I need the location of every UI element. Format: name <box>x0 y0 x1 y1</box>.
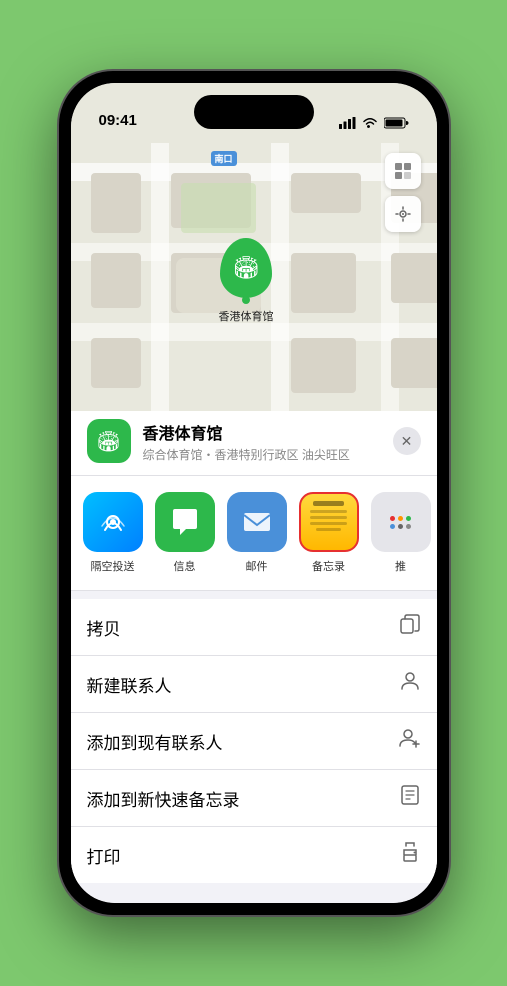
map-label-tag: 南口 <box>211 151 237 166</box>
copy-icon <box>399 613 421 641</box>
action-quick-note-label: 添加到新快速备忘录 <box>87 786 240 811</box>
venue-text: 香港体育馆 综合体育馆・香港特别行政区 油尖旺区 <box>143 420 393 463</box>
venue-info-row: 🏟 香港体育馆 综合体育馆・香港特别行政区 油尖旺区 ✕ <box>71 411 437 476</box>
action-new-contact-label: 新建联系人 <box>87 672 172 697</box>
signal-icon <box>339 117 356 129</box>
bottom-sheet: 🏟 香港体育馆 综合体育馆・香港特别行政区 油尖旺区 ✕ <box>71 411 437 903</box>
more-icon <box>371 492 431 552</box>
action-print-label: 打印 <box>87 843 121 868</box>
map-label: 南口 <box>211 151 237 166</box>
action-print[interactable]: 打印 <box>71 827 437 883</box>
map-type-icon <box>393 161 413 181</box>
action-quick-note[interactable]: 添加到新快速备忘录 <box>71 770 437 827</box>
action-add-existing[interactable]: 添加到现有联系人 <box>71 713 437 770</box>
action-new-contact[interactable]: 新建联系人 <box>71 656 437 713</box>
location-icon <box>394 205 412 223</box>
note-icon <box>399 784 421 812</box>
stadium-icon: 🏟 <box>232 255 260 281</box>
action-add-existing-label: 添加到现有联系人 <box>87 729 223 754</box>
action-list: 拷贝 新建联系人 <box>71 599 437 883</box>
status-time: 09:41 <box>99 112 137 129</box>
venue-close-button[interactable]: ✕ <box>393 427 421 455</box>
messages-label: 信息 <box>174 558 196 574</box>
person-icon <box>399 670 421 698</box>
map-type-button[interactable] <box>385 153 421 189</box>
action-copy[interactable]: 拷贝 <box>71 599 437 656</box>
status-icons <box>339 117 409 129</box>
phone-screen: 09:41 <box>71 83 437 903</box>
mail-icon <box>227 492 287 552</box>
messages-svg <box>168 505 202 539</box>
notes-icon <box>299 492 359 552</box>
print-icon <box>399 841 421 869</box>
notes-label: 备忘录 <box>312 558 345 574</box>
stadium-marker-label: 香港体育馆 <box>219 308 274 324</box>
action-copy-label: 拷贝 <box>87 615 121 640</box>
venue-title: 香港体育馆 <box>143 420 393 444</box>
phone-frame: 09:41 <box>59 71 449 915</box>
wifi-icon <box>362 117 378 129</box>
airdrop-svg <box>97 506 129 538</box>
stadium-marker[interactable]: 🏟 香港体育馆 <box>219 238 274 324</box>
battery-icon <box>384 117 409 129</box>
airdrop-icon <box>83 492 143 552</box>
mail-svg <box>240 505 274 539</box>
dynamic-island <box>194 95 314 129</box>
share-app-messages[interactable]: 信息 <box>155 492 215 574</box>
venue-subtitle: 综合体育馆・香港特别行政区 油尖旺区 <box>143 446 393 463</box>
mail-label: 邮件 <box>246 558 268 574</box>
share-app-mail[interactable]: 邮件 <box>227 492 287 574</box>
share-app-notes[interactable]: 备忘录 <box>299 492 359 574</box>
map-controls[interactable] <box>385 153 421 238</box>
more-label: 推 <box>395 558 406 574</box>
airdrop-label: 隔空投送 <box>91 558 135 574</box>
close-icon: ✕ <box>401 433 413 450</box>
share-apps-row: 隔空投送 信息 <box>71 476 437 591</box>
location-button[interactable] <box>385 196 421 232</box>
venue-icon: 🏟 <box>87 419 131 463</box>
share-app-airdrop[interactable]: 隔空投送 <box>83 492 143 574</box>
messages-icon <box>155 492 215 552</box>
stadium-pin: 🏟 <box>220 238 272 298</box>
person-add-icon <box>399 727 421 755</box>
share-app-more[interactable]: 推 <box>371 492 431 574</box>
